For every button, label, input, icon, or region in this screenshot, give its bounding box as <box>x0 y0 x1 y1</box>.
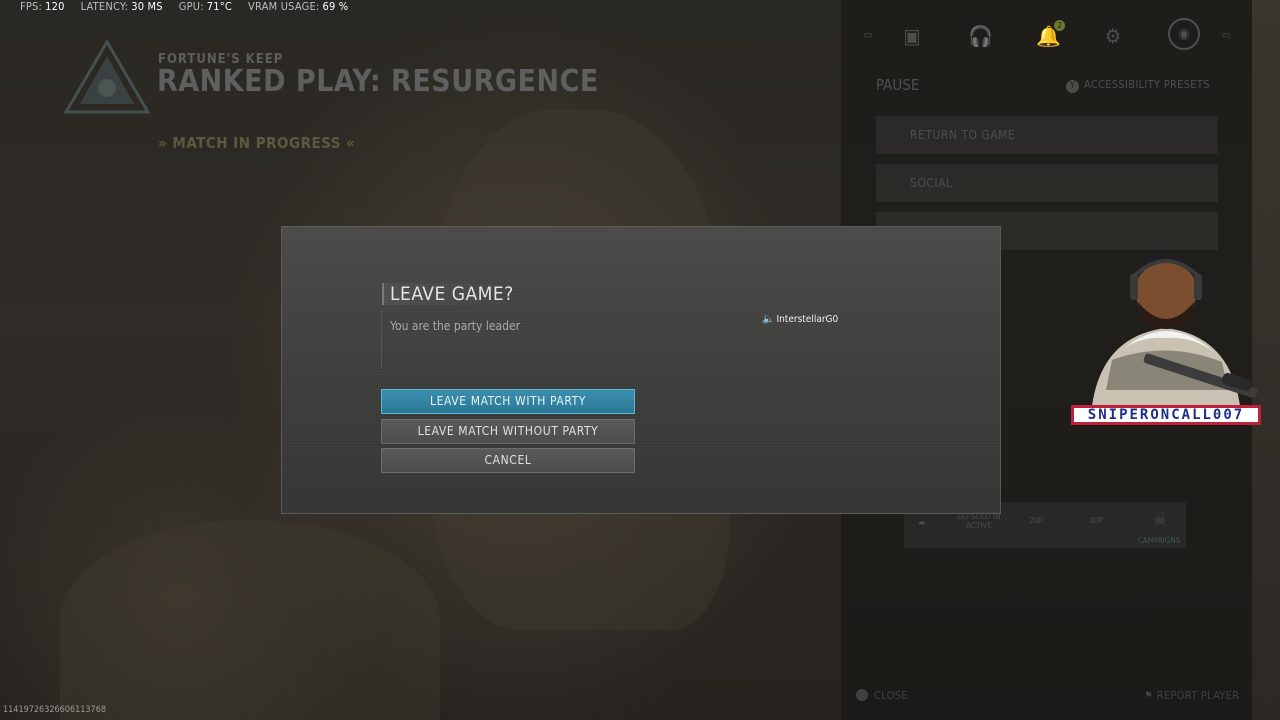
gpu-stat: GPU: 71°C <box>178 0 233 13</box>
close-button[interactable]: CLOSE <box>856 689 908 702</box>
report-player-button[interactable]: ⚑ REPORT PLAYER <box>1144 689 1239 702</box>
match-id: 11419726326606113768 <box>3 705 107 715</box>
dialog-message: You are the party leader <box>390 319 521 333</box>
social-button[interactable]: SOCIAL <box>876 164 1218 202</box>
lb-bumper-icon[interactable]: ▭ <box>856 24 880 48</box>
latency-stat: LATENCY: 30 MS <box>80 0 163 13</box>
streamer-nameplate: SNIPERONCALL007 <box>1071 405 1261 425</box>
party-member: 🔈 InterstellarG0 <box>762 314 839 325</box>
vram-stat: VRAM USAGE: 69 % <box>248 0 349 13</box>
chevron-left-icon: « <box>346 134 356 152</box>
leave-without-party-button[interactable]: LEAVE MATCH WITHOUT PARTY <box>381 419 635 444</box>
b-button-icon <box>856 689 868 701</box>
return-to-game-button[interactable]: RETURN TO GAME <box>876 116 1218 154</box>
chevron-right-icon: » <box>158 134 168 152</box>
dialog-title: LEAVE GAME? <box>382 283 514 305</box>
ranked-emblem-icon <box>64 40 150 114</box>
accessibility-presets-button[interactable]: Y ACCESSIBILITY PRESETS <box>1066 78 1210 93</box>
cancel-button[interactable]: CANCEL <box>381 448 635 473</box>
report-flag-icon: ⚑ <box>1144 689 1157 702</box>
profile-icon[interactable]: ◉ <box>1168 18 1200 50</box>
settings-gear-icon[interactable]: ⚙ <box>1101 24 1125 48</box>
rb-bumper-icon[interactable]: ▭ <box>1214 24 1238 48</box>
headset-icon[interactable]: 🎧 <box>968 24 993 48</box>
leave-with-party-button[interactable]: LEAVE MATCH WITH PARTY <box>381 389 635 414</box>
y-button-icon: Y <box>1066 80 1079 93</box>
notification-badge: 2 <box>1054 20 1065 31</box>
dialog-divider <box>381 309 382 369</box>
streamer-avatar-icon <box>1092 253 1258 406</box>
speaker-icon: 🔈 <box>762 314 775 325</box>
leave-game-dialog: LEAVE GAME? You are the party leader 🔈 In… <box>281 226 1001 514</box>
tray-00p[interactable]: 00P <box>1082 516 1110 525</box>
fps-stat: FPS: 120 <box>20 0 65 13</box>
store-icon[interactable]: ▣ <box>900 24 924 48</box>
tray-campaigns[interactable]: CAMPAIGNS <box>1134 536 1184 545</box>
mode-title: RANKED PLAY: RESURGENCE <box>157 64 599 99</box>
match-status: » MATCH IN PROGRESS « <box>158 134 356 152</box>
tray-solo[interactable]: GO SOLO IN ACTIVE <box>952 512 1006 530</box>
pause-title: PAUSE <box>876 76 920 94</box>
performance-stats: FPS: 120 LATENCY: 30 MS GPU: 71°C VRAM USAG… <box>20 0 348 14</box>
tray-icon[interactable]: ▬ <box>910 518 934 527</box>
tray-20p[interactable]: 20P <box>1022 516 1050 525</box>
skull-icon: ☠ <box>1153 510 1167 529</box>
background-rubble <box>60 520 440 720</box>
